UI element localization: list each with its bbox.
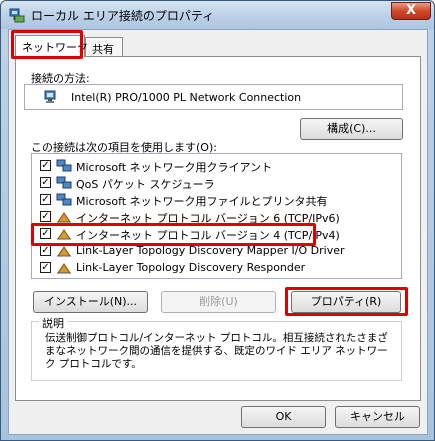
list-item[interactable]: ✓ QoS パケット スケジューラ — [32, 175, 400, 191]
components-list[interactable]: ✓ Microsoft ネットワーク用クライアント ✓ QoS パケット スケジ… — [31, 153, 402, 279]
tab-sharing[interactable]: 共有 — [85, 37, 123, 57]
window-title: ローカル エリア接続のプロパティ — [31, 9, 215, 23]
title-bar[interactable]: ローカル エリア接続のプロパティ X — [1, 1, 434, 29]
list-item[interactable]: ✓ Microsoft ネットワーク用クライアント — [32, 158, 400, 174]
list-item-label: インターネット プロトコル バージョン 6 (TCP/IPv6) — [76, 212, 340, 225]
protocol-icon — [57, 229, 71, 240]
network-client-icon — [56, 159, 72, 172]
checkbox[interactable]: ✓ — [40, 160, 51, 171]
description-legend: 説明 — [39, 315, 67, 331]
install-button[interactable]: インストール(N)... — [33, 291, 148, 313]
list-item-label: Link-Layer Topology Discovery Mapper I/O… — [76, 244, 345, 257]
list-item[interactable]: ✓ インターネット プロトコル バージョン 6 (TCP/IPv6) — [32, 209, 400, 225]
checkbox[interactable]: ✓ — [40, 194, 51, 205]
description-text: 伝送制御プロトコル/インターネット プロトコル。相互接続されたさまざまなネットワ… — [45, 332, 388, 370]
adapter-field: Intel(R) PRO/1000 PL Network Connection — [24, 84, 403, 110]
list-item[interactable]: ✓ Link-Layer Topology Discovery Responde… — [32, 260, 400, 276]
cancel-button[interactable]: キャンセル — [335, 406, 420, 428]
list-item-label: Microsoft ネットワーク用クライアント — [76, 161, 273, 174]
protocol-icon — [57, 263, 71, 274]
adapter-name: Intel(R) PRO/1000 PL Network Connection — [71, 91, 302, 104]
list-item-label: Link-Layer Topology Discovery Responder — [76, 261, 306, 274]
properties-dialog: ローカル エリア接続のプロパティ X ネットワーク 共有 接続の方法: Inte… — [0, 0, 435, 441]
file-printer-sharing-icon — [56, 193, 72, 206]
list-item-label: Microsoft ネットワーク用ファイルとプリンタ共有 — [76, 195, 328, 208]
network-adapter-icon — [44, 90, 56, 103]
tab-network[interactable]: ネットワーク — [15, 35, 88, 57]
ok-button[interactable]: OK — [241, 406, 326, 428]
checkbox[interactable]: ✓ — [40, 211, 51, 222]
checkbox[interactable]: ✓ — [40, 177, 51, 188]
close-button[interactable]: X — [391, 2, 431, 20]
list-item[interactable]: ✓ インターネット プロトコル バージョン 4 (TCP/IPv4) — [32, 226, 400, 242]
list-item[interactable]: ✓ Microsoft ネットワーク用ファイルとプリンタ共有 — [32, 192, 400, 208]
protocol-icon — [57, 246, 71, 257]
list-item-label: インターネット プロトコル バージョン 4 (TCP/IPv4) — [76, 229, 340, 242]
checkbox[interactable]: ✓ — [40, 262, 51, 273]
protocol-icon — [57, 212, 71, 223]
network-connection-icon — [9, 8, 25, 23]
uninstall-button[interactable]: 削除(U) — [161, 291, 276, 313]
list-item[interactable]: ✓ Link-Layer Topology Discovery Mapper I… — [32, 243, 400, 259]
checkbox[interactable]: ✓ — [40, 245, 51, 256]
list-item-label: QoS パケット スケジューラ — [76, 178, 215, 191]
checkbox[interactable]: ✓ — [40, 228, 51, 239]
qos-scheduler-icon — [56, 176, 72, 189]
configure-button[interactable]: 構成(C)... — [300, 118, 403, 140]
properties-button[interactable]: プロパティ(R) — [291, 291, 401, 313]
